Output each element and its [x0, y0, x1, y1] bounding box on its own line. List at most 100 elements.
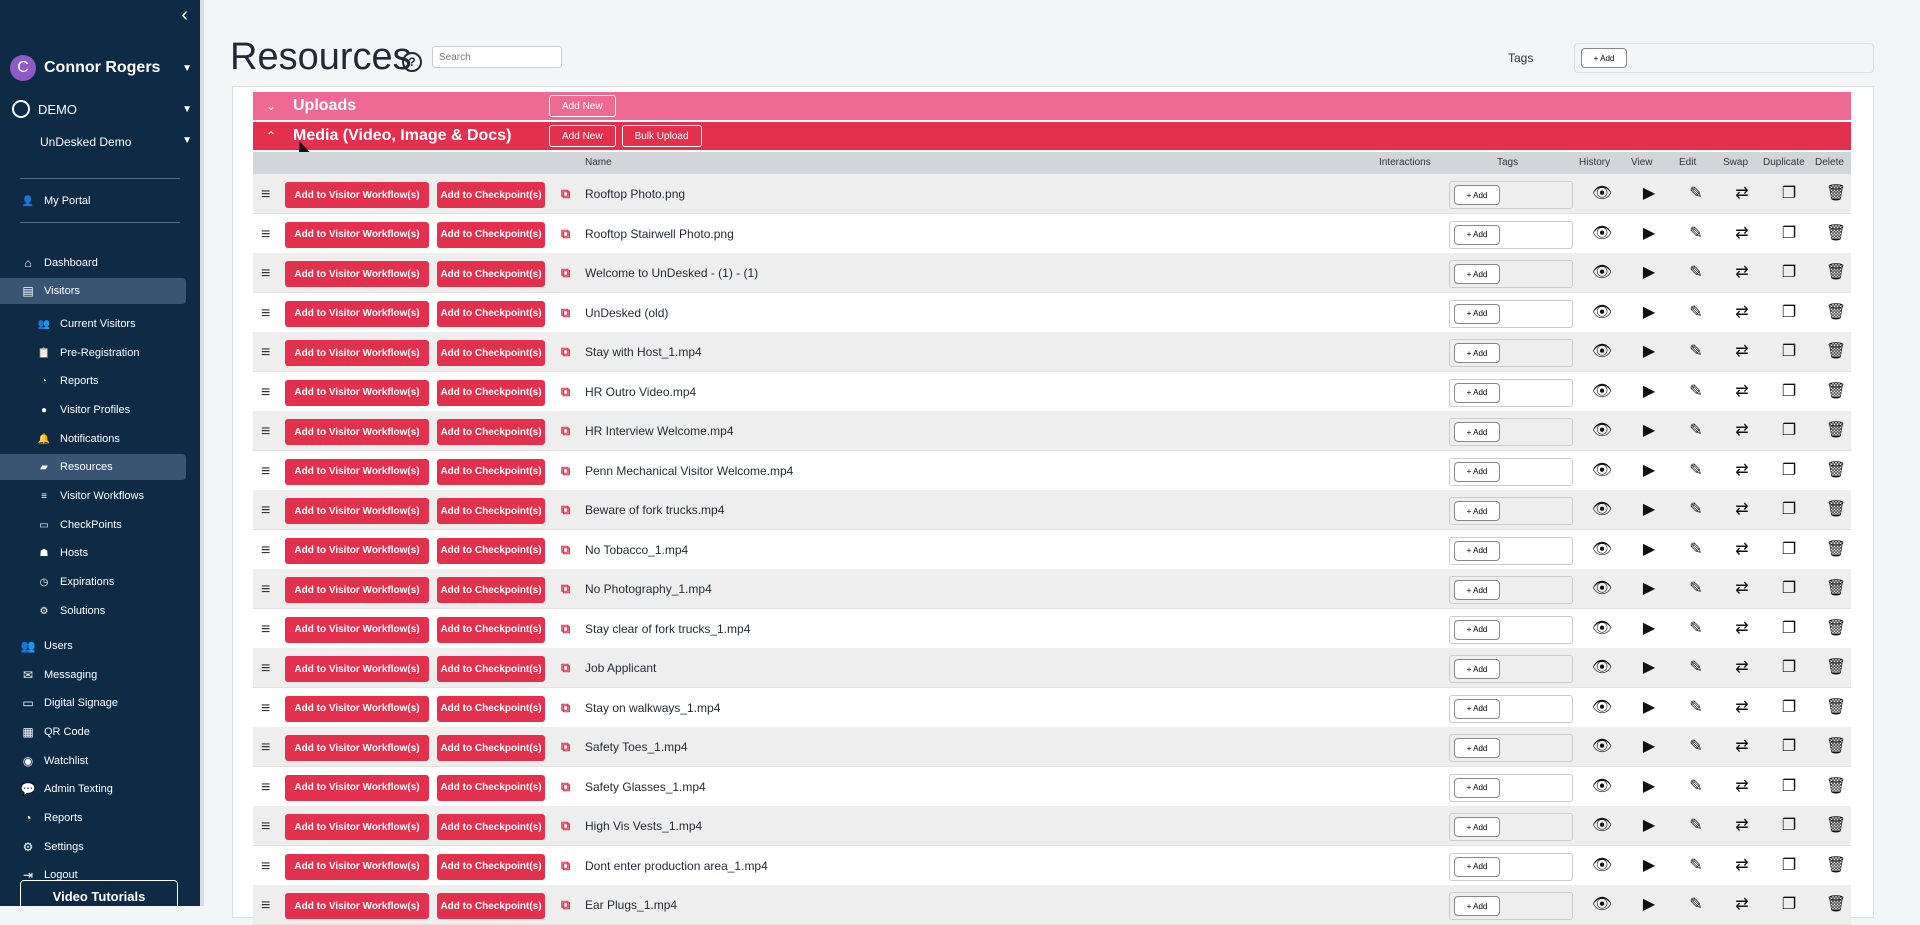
- add-tag-button[interactable]: + Add: [1454, 698, 1500, 719]
- delete-trash-icon[interactable]: 🗑: [1825, 223, 1847, 245]
- user-menu[interactable]: C Connor Rogers ▼: [10, 52, 192, 84]
- history-eye-icon[interactable]: 👁: [1591, 736, 1613, 758]
- nav-my-portal[interactable]: 👤 My Portal: [0, 188, 186, 214]
- swap-icon[interactable]: ⇄: [1731, 223, 1753, 245]
- row-tags-field[interactable]: + Add: [1449, 339, 1573, 367]
- view-play-icon[interactable]: ▶: [1638, 855, 1660, 877]
- swap-icon[interactable]: ⇄: [1731, 381, 1753, 403]
- chevron-down-icon[interactable]: ▼: [182, 104, 192, 115]
- view-play-icon[interactable]: ▶: [1638, 420, 1660, 442]
- history-eye-icon[interactable]: 👁: [1591, 776, 1613, 798]
- drag-handle-icon[interactable]: ≡: [261, 542, 270, 560]
- swap-icon[interactable]: ⇄: [1731, 855, 1753, 877]
- duplicate-icon[interactable]: ❐: [1778, 815, 1800, 837]
- sidebar-item-checkpoints[interactable]: ▭ CheckPoints: [0, 512, 186, 538]
- add-tag-button[interactable]: + Add: [1581, 48, 1627, 68]
- row-tags-field[interactable]: + Add: [1449, 773, 1573, 802]
- add-to-checkpoint-button[interactable]: Add to Checkpoint(s): [437, 379, 545, 406]
- row-tags-field[interactable]: + Add: [1449, 536, 1573, 565]
- view-play-icon[interactable]: ▶: [1638, 460, 1660, 482]
- duplicate-icon[interactable]: ❐: [1778, 539, 1800, 561]
- add-to-workflow-button[interactable]: Add to Visitor Workflow(s): [285, 577, 429, 603]
- drag-handle-icon[interactable]: ≡: [261, 423, 270, 441]
- duplicate-icon[interactable]: ❐: [1778, 776, 1800, 798]
- add-to-workflow-button[interactable]: Add to Visitor Workflow(s): [285, 458, 429, 485]
- delete-trash-icon[interactable]: 🗑: [1825, 499, 1847, 521]
- add-to-workflow-button[interactable]: Add to Visitor Workflow(s): [285, 616, 429, 643]
- delete-trash-icon[interactable]: 🗑: [1825, 657, 1847, 679]
- delete-trash-icon[interactable]: 🗑: [1825, 341, 1847, 363]
- drag-handle-icon[interactable]: ≡: [261, 344, 270, 362]
- edit-icon[interactable]: ✎: [1685, 341, 1707, 363]
- edit-icon[interactable]: ✎: [1685, 539, 1707, 561]
- history-eye-icon[interactable]: 👁: [1591, 499, 1613, 521]
- add-to-checkpoint-button[interactable]: Add to Checkpoint(s): [437, 893, 545, 919]
- row-tags-field[interactable]: + Add: [1449, 734, 1573, 762]
- edit-icon[interactable]: ✎: [1685, 460, 1707, 482]
- sidebar-item-watchlist[interactable]: ◉ Watchlist: [0, 748, 186, 774]
- duplicate-icon[interactable]: ❐: [1778, 855, 1800, 877]
- add-tag-button[interactable]: + Add: [1454, 580, 1500, 600]
- duplicate-icon[interactable]: ❐: [1778, 183, 1800, 205]
- chevron-down-icon[interactable]: ▼: [182, 135, 192, 149]
- chevron-down-icon[interactable]: ⌄: [261, 99, 281, 113]
- view-play-icon[interactable]: ▶: [1638, 262, 1660, 284]
- edit-icon[interactable]: ✎: [1685, 736, 1707, 758]
- drag-handle-icon[interactable]: ≡: [261, 463, 270, 481]
- edit-icon[interactable]: ✎: [1685, 657, 1707, 679]
- history-eye-icon[interactable]: 👁: [1591, 539, 1613, 561]
- delete-trash-icon[interactable]: 🗑: [1825, 578, 1847, 600]
- view-play-icon[interactable]: ▶: [1638, 815, 1660, 837]
- add-to-workflow-button[interactable]: Add to Visitor Workflow(s): [285, 537, 429, 564]
- help-icon[interactable]: ?: [402, 52, 422, 72]
- add-tag-button[interactable]: + Add: [1454, 817, 1500, 837]
- view-play-icon[interactable]: ▶: [1638, 578, 1660, 600]
- duplicate-icon[interactable]: ❐: [1778, 736, 1800, 758]
- add-tag-button[interactable]: + Add: [1454, 461, 1500, 482]
- row-tags-field[interactable]: + Add: [1449, 378, 1573, 407]
- swap-icon[interactable]: ⇄: [1731, 460, 1753, 482]
- add-tag-button[interactable]: + Add: [1454, 659, 1500, 679]
- row-tags-field[interactable]: + Add: [1449, 655, 1573, 683]
- sidebar-item-reports[interactable]: ◔ Reports: [0, 805, 186, 831]
- add-to-workflow-button[interactable]: Add to Visitor Workflow(s): [285, 340, 429, 366]
- view-play-icon[interactable]: ▶: [1638, 302, 1660, 324]
- sidebar-item-expirations[interactable]: ◷ Expirations: [0, 569, 186, 595]
- edit-icon[interactable]: ✎: [1685, 855, 1707, 877]
- add-to-workflow-button[interactable]: Add to Visitor Workflow(s): [285, 182, 429, 208]
- history-eye-icon[interactable]: 👁: [1591, 855, 1613, 877]
- add-to-workflow-button[interactable]: Add to Visitor Workflow(s): [285, 498, 429, 524]
- sidebar-item-visitors[interactable]: ▤ Visitors: [0, 278, 186, 304]
- add-to-checkpoint-button[interactable]: Add to Checkpoint(s): [437, 182, 545, 208]
- add-to-checkpoint-button[interactable]: Add to Checkpoint(s): [437, 577, 545, 603]
- delete-trash-icon[interactable]: 🗑: [1825, 420, 1847, 442]
- view-play-icon[interactable]: ▶: [1638, 776, 1660, 798]
- view-play-icon[interactable]: ▶: [1638, 697, 1660, 719]
- drag-handle-icon[interactable]: ≡: [261, 660, 270, 678]
- edit-icon[interactable]: ✎: [1685, 776, 1707, 798]
- add-to-workflow-button[interactable]: Add to Visitor Workflow(s): [285, 893, 429, 919]
- search-input[interactable]: [432, 46, 562, 68]
- drag-handle-icon[interactable]: ≡: [261, 700, 270, 718]
- history-eye-icon[interactable]: 👁: [1591, 697, 1613, 719]
- delete-trash-icon[interactable]: 🗑: [1825, 855, 1847, 877]
- add-to-checkpoint-button[interactable]: Add to Checkpoint(s): [437, 656, 545, 682]
- history-eye-icon[interactable]: 👁: [1591, 183, 1613, 205]
- add-tag-button[interactable]: + Add: [1454, 422, 1500, 442]
- history-eye-icon[interactable]: 👁: [1591, 381, 1613, 403]
- sidebar-item-visitor-profiles[interactable]: ● Visitor Profiles: [0, 397, 186, 423]
- add-to-checkpoint-button[interactable]: Add to Checkpoint(s): [437, 221, 545, 248]
- row-tags-field[interactable]: + Add: [1449, 181, 1573, 209]
- view-play-icon[interactable]: ▶: [1638, 894, 1660, 916]
- duplicate-icon[interactable]: ❐: [1778, 657, 1800, 679]
- history-eye-icon[interactable]: 👁: [1591, 420, 1613, 442]
- history-eye-icon[interactable]: 👁: [1591, 657, 1613, 679]
- sidebar-item-reports[interactable]: ◔ Reports: [0, 368, 186, 394]
- add-tag-button[interactable]: + Add: [1454, 540, 1500, 561]
- collapse-sidebar-icon[interactable]: ‹: [181, 4, 188, 27]
- row-tags-field[interactable]: + Add: [1449, 497, 1573, 525]
- sidebar-item-digital-signage[interactable]: ▭ Digital Signage: [0, 690, 186, 716]
- add-to-checkpoint-button[interactable]: Add to Checkpoint(s): [437, 300, 545, 327]
- add-to-checkpoint-button[interactable]: Add to Checkpoint(s): [437, 695, 545, 722]
- site-selector[interactable]: UnDesked Demo ▼: [40, 135, 192, 149]
